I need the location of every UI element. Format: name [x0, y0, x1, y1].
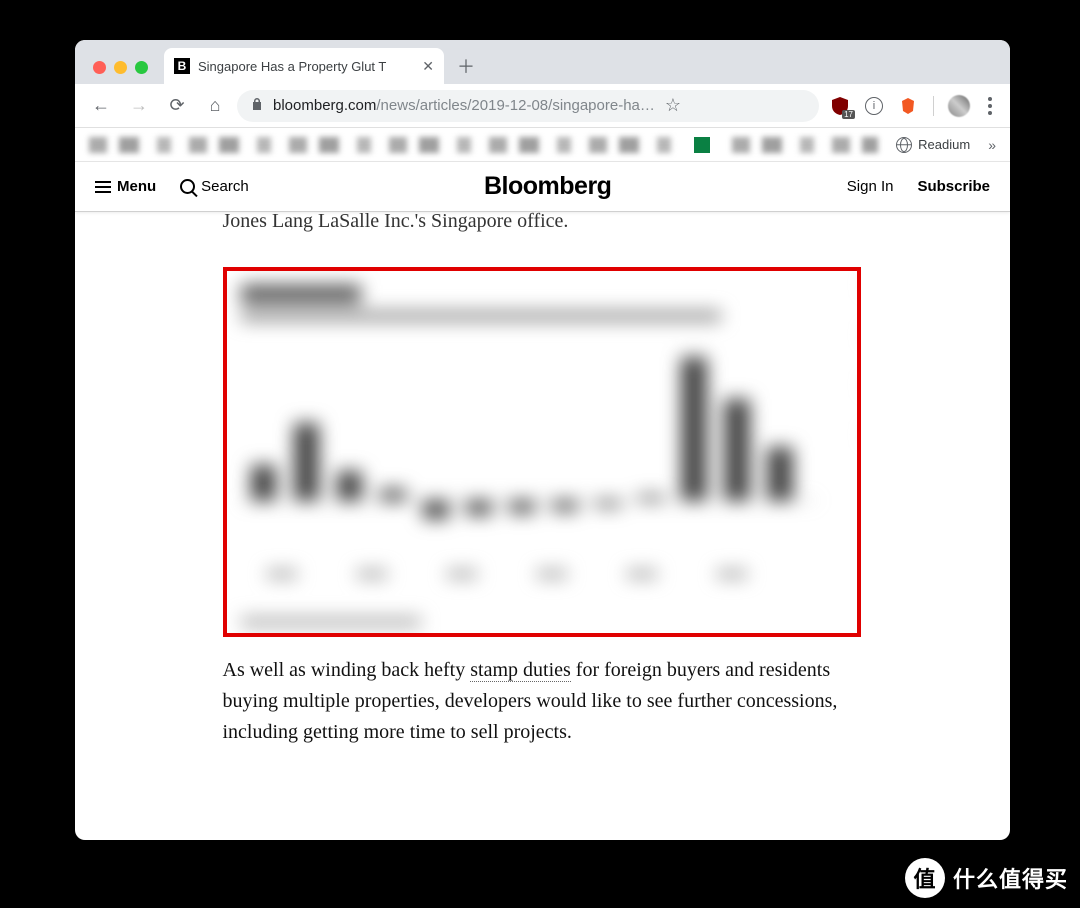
bookmarks-bar: Readium »	[75, 128, 1010, 162]
extension-icons: 17 i	[825, 95, 1000, 117]
bookmarks-blurred-2	[732, 137, 879, 153]
ublock-badge: 17	[842, 110, 855, 119]
search-label: Search	[201, 178, 249, 195]
tab-bar: B Singapore Has a Property Glut T ✕ ＋	[75, 40, 1010, 84]
lock-icon	[251, 97, 263, 114]
browser-window: B Singapore Has a Property Glut T ✕ ＋ ← …	[75, 40, 1010, 840]
site-search-button[interactable]: Search	[180, 178, 249, 195]
url-text: bloomberg.com/news/articles/2019-12-08/s…	[273, 97, 655, 114]
chart-blurred-content	[227, 271, 857, 633]
bookmarks-blurred	[89, 137, 676, 153]
close-window-button[interactable]	[93, 61, 106, 74]
bookmarks-overflow-icon[interactable]: »	[988, 137, 996, 153]
menu-label: Menu	[117, 178, 156, 195]
bookmark-green-icon[interactable]	[694, 137, 710, 153]
home-button[interactable]: ⌂	[199, 90, 231, 122]
watermark-badge-icon: 值	[905, 858, 945, 898]
sign-in-link[interactable]: Sign In	[847, 178, 894, 195]
globe-icon	[896, 137, 912, 153]
tab-close-icon[interactable]: ✕	[422, 58, 434, 75]
new-tab-button[interactable]: ＋	[452, 52, 480, 80]
site-header: Menu Search Bloomberg Sign In Subscribe	[75, 162, 1010, 212]
highlighted-chart	[223, 267, 861, 637]
site-brand[interactable]: Bloomberg	[273, 172, 823, 201]
maximize-window-button[interactable]	[135, 61, 148, 74]
tab-favicon-icon: B	[174, 58, 190, 74]
search-icon	[180, 179, 195, 194]
hamburger-icon	[95, 181, 111, 193]
article-partial-line: Jones Lang LaSalle Inc.'s Singapore offi…	[223, 212, 863, 237]
article-body: Jones Lang LaSalle Inc.'s Singapore offi…	[223, 212, 863, 748]
subscribe-link[interactable]: Subscribe	[917, 178, 990, 195]
info-icon[interactable]: i	[865, 97, 883, 115]
profile-avatar[interactable]	[948, 95, 970, 117]
paragraph-text-pre: As well as winding back hefty	[223, 659, 471, 681]
back-button[interactable]: ←	[85, 90, 117, 122]
bookmark-readium-label: Readium	[918, 137, 970, 152]
window-controls	[87, 61, 158, 84]
ublock-icon[interactable]: 17	[829, 95, 851, 117]
browser-menu-button[interactable]	[984, 97, 996, 115]
stamp-duties-link[interactable]: stamp duties	[470, 659, 571, 682]
minimize-window-button[interactable]	[114, 61, 127, 74]
watermark: 值 什么值得买	[905, 858, 1068, 898]
star-icon[interactable]: ☆	[665, 95, 681, 116]
url-input[interactable]: bloomberg.com/news/articles/2019-12-08/s…	[237, 90, 819, 122]
tab-title: Singapore Has a Property Glut T	[198, 59, 414, 74]
browser-tab[interactable]: B Singapore Has a Property Glut T ✕	[164, 48, 444, 84]
reload-button[interactable]: ⟳	[161, 90, 193, 122]
watermark-text: 什么值得买	[953, 862, 1068, 894]
address-bar: ← → ⟳ ⌂ bloomberg.com/news/articles/2019…	[75, 84, 1010, 128]
toolbar-divider	[933, 96, 934, 116]
bookmark-readium[interactable]: Readium	[896, 137, 970, 153]
forward-button[interactable]: →	[123, 90, 155, 122]
article-paragraph: As well as winding back hefty stamp duti…	[223, 655, 863, 748]
page-content: Jones Lang LaSalle Inc.'s Singapore offi…	[75, 212, 1010, 840]
brave-icon[interactable]	[897, 95, 919, 117]
site-menu-button[interactable]: Menu	[95, 178, 156, 195]
